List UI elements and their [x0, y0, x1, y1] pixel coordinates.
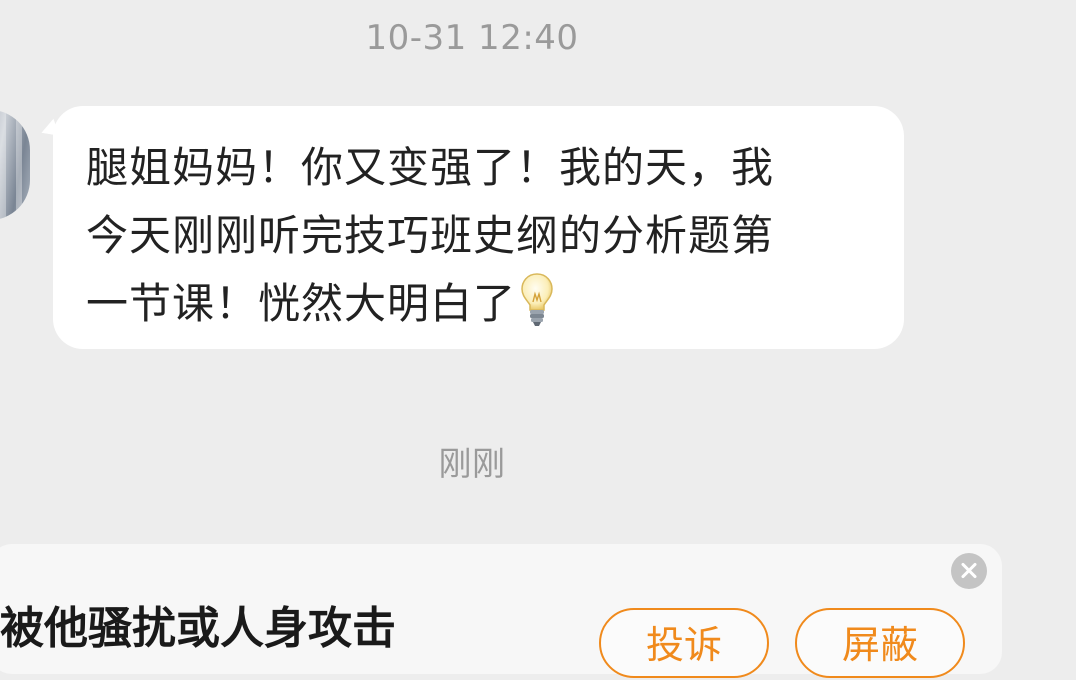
light-bulb-icon [520, 272, 554, 328]
block-button[interactable]: 屏蔽 [795, 608, 965, 678]
message-timestamp-recent: 刚刚 [438, 444, 506, 483]
notice-text: 被他骚扰或人身攻击 [0, 603, 396, 654]
close-icon[interactable] [951, 553, 987, 589]
message-text: 腿姐妈妈！你又变强了！我的天，我 今天刚刚听完技巧班史纲的分析题第 一节课！恍然… [86, 143, 775, 328]
report-button[interactable]: 投诉 [599, 608, 769, 678]
message-timestamp: 10-31 12:40 [365, 18, 579, 58]
contact-avatar[interactable] [0, 110, 30, 220]
message-bubble[interactable]: 腿姐妈妈！你又变强了！我的天，我 今天刚刚听完技巧班史纲的分析题第 一节课！恍然… [53, 106, 904, 349]
